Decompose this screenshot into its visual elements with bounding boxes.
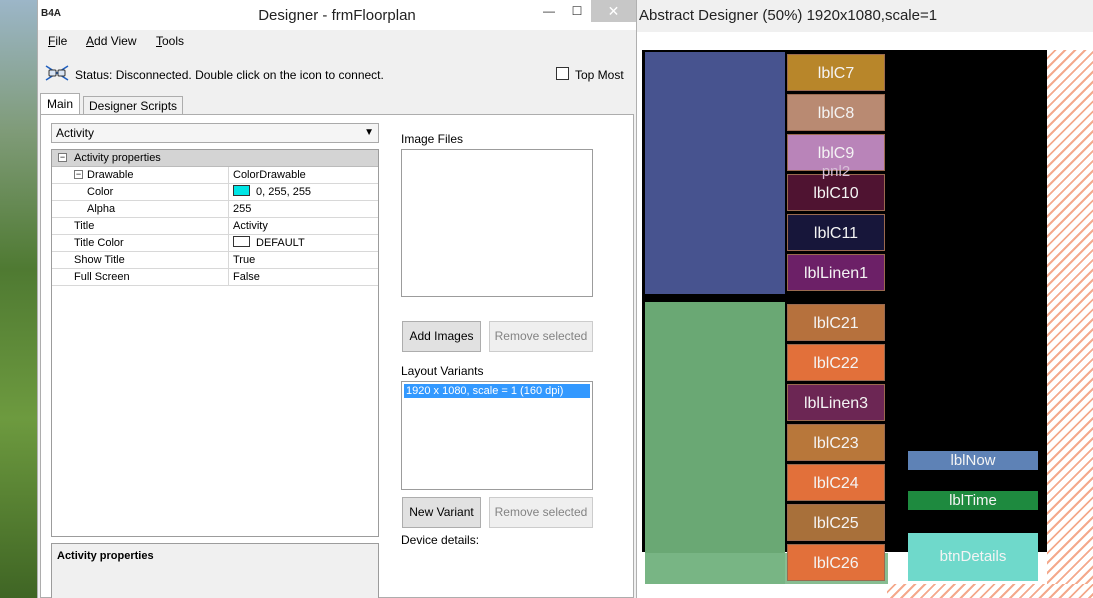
view-lblC22[interactable]: lblC22	[787, 344, 885, 381]
chevron-down-icon: ▼	[364, 127, 374, 138]
device-details-label: Device details:	[401, 533, 480, 547]
property-value[interactable]: 255	[228, 201, 251, 218]
property-name: Drawable	[87, 169, 134, 181]
new-variant-button[interactable]: New Variant	[402, 497, 481, 528]
image-files-label: Image Files	[401, 132, 464, 146]
view-lblC25[interactable]: lblC25	[787, 504, 885, 541]
add-images-button[interactable]: Add Images	[402, 321, 481, 352]
layout-variants-list[interactable]: 1920 x 1080, scale = 1 (160 dpi)	[401, 381, 593, 490]
property-row-title[interactable]: Title Activity	[52, 218, 378, 235]
top-most-checkbox[interactable]	[556, 67, 569, 80]
menu-add-view-accel: A	[86, 34, 95, 48]
view-lblC7[interactable]: lblC7	[787, 54, 885, 91]
remove-variant-button[interactable]: Remove selected	[489, 497, 593, 528]
view-lblC11[interactable]: lblC11	[787, 214, 885, 251]
property-description-title: Activity properties	[57, 550, 154, 562]
view-lblC23[interactable]: lblC23	[787, 424, 885, 461]
connect-icon[interactable]	[44, 64, 70, 82]
view-lblTime[interactable]: lblTime	[908, 491, 1038, 510]
layout-variant-item[interactable]: 1920 x 1080, scale = 1 (160 dpi)	[404, 384, 590, 398]
property-name: Full Screen	[74, 271, 130, 283]
property-value[interactable]: ColorDrawable	[228, 167, 306, 184]
layout-variants-label: Layout Variants	[401, 364, 484, 378]
status-row: Status: Disconnected. Double click on th…	[38, 60, 636, 90]
module-select-value: Activity	[56, 126, 95, 140]
color-swatch	[233, 185, 250, 196]
collapse-icon[interactable]: −	[58, 153, 67, 162]
menu-file-label: ile	[55, 34, 68, 48]
view-pnl2-label: pnl2	[821, 163, 851, 180]
desktop-background	[0, 0, 38, 598]
abstract-designer-window: Abstract Designer (50%) 1920x1080,scale=…	[637, 0, 1093, 598]
panel-blue[interactable]	[645, 52, 785, 294]
menu-tools-label: ools	[162, 34, 185, 48]
property-value: DEFAULT	[256, 237, 305, 249]
view-btnDetails[interactable]: btnDetails	[908, 533, 1038, 581]
property-category-row[interactable]: − Activity properties	[52, 150, 378, 167]
view-lblC24[interactable]: lblC24	[787, 464, 885, 501]
menu-add-view[interactable]: Add View	[86, 34, 137, 48]
color-swatch	[233, 236, 250, 247]
property-name: Color	[87, 186, 114, 198]
hatch-area	[1047, 50, 1093, 598]
property-row-drawable[interactable]: − Drawable ColorDrawable	[52, 167, 378, 184]
menu-file[interactable]: File	[48, 34, 67, 48]
property-row-show-title[interactable]: Show Title True	[52, 252, 378, 269]
abstract-designer-titlebar[interactable]: Abstract Designer (50%) 1920x1080,scale=…	[637, 0, 1093, 32]
maximize-button[interactable]: ☐	[562, 0, 592, 22]
property-name: Title	[74, 220, 95, 232]
property-value: 0, 255, 255	[256, 186, 312, 198]
menu-add-view-label: dd View	[94, 34, 137, 48]
property-value-color[interactable]: 0, 255, 255	[228, 184, 311, 201]
minimize-button[interactable]: —	[534, 0, 564, 22]
hatch-area-bottom	[887, 584, 1093, 598]
designer-window: B4A Designer - frmFloorplan — ☐ ✕ File A…	[37, 0, 637, 598]
property-value[interactable]: False	[228, 269, 260, 286]
view-lblC8[interactable]: lblC8	[787, 94, 885, 131]
menu-bar: File Add View Tools	[38, 30, 636, 52]
property-description: Activity properties	[51, 543, 379, 598]
property-name: Show Title	[74, 254, 125, 266]
top-most-label[interactable]: Top Most	[575, 68, 624, 82]
view-lblLinen1[interactable]: lblLinen1	[787, 254, 885, 291]
abstract-designer-title: Abstract Designer (50%) 1920x1080,scale=…	[639, 7, 938, 24]
remove-images-button[interactable]: Remove selected	[489, 321, 593, 352]
tab-designer-scripts[interactable]: Designer Scripts	[83, 96, 184, 116]
property-value-title-color[interactable]: DEFAULT	[228, 235, 305, 252]
designer-titlebar[interactable]: B4A Designer - frmFloorplan — ☐ ✕	[38, 0, 636, 30]
close-button[interactable]: ✕	[591, 0, 636, 22]
tab-strip: Main Designer Scripts	[38, 93, 636, 116]
status-text: Status: Disconnected. Double click on th…	[75, 68, 384, 82]
property-value[interactable]: True	[228, 252, 255, 269]
property-name: Alpha	[87, 203, 116, 215]
property-name: Title Color	[74, 237, 124, 249]
property-row-alpha[interactable]: Alpha 255	[52, 201, 378, 218]
collapse-icon[interactable]: −	[74, 170, 83, 179]
image-files-list[interactable]	[401, 149, 593, 297]
abstract-designer-canvas[interactable]: lblC7 lblC8 lblC9 lblC10 lblC11 lblLinen…	[637, 48, 1093, 598]
view-lblC26[interactable]: lblC26	[787, 544, 885, 581]
tab-main[interactable]: Main	[40, 93, 81, 116]
property-row-color[interactable]: Color 0, 255, 255	[52, 184, 378, 201]
property-value[interactable]: Activity	[228, 218, 268, 235]
main-tab-content: Activity ▼ − Activity properties − Drawa…	[40, 114, 634, 598]
view-lblNow[interactable]: lblNow	[908, 451, 1038, 470]
property-row-title-color[interactable]: Title Color DEFAULT	[52, 235, 378, 252]
property-category-label: Activity properties	[74, 152, 161, 164]
module-select[interactable]: Activity ▼	[51, 123, 379, 143]
view-lblC21[interactable]: lblC21	[787, 304, 885, 341]
property-grid: − Activity properties − Drawable ColorDr…	[51, 149, 379, 537]
panel-green[interactable]	[645, 302, 785, 584]
menu-tools[interactable]: Tools	[156, 34, 184, 48]
property-row-full-screen[interactable]: Full Screen False	[52, 269, 378, 286]
view-lblLinen3[interactable]: lblLinen3	[787, 384, 885, 421]
